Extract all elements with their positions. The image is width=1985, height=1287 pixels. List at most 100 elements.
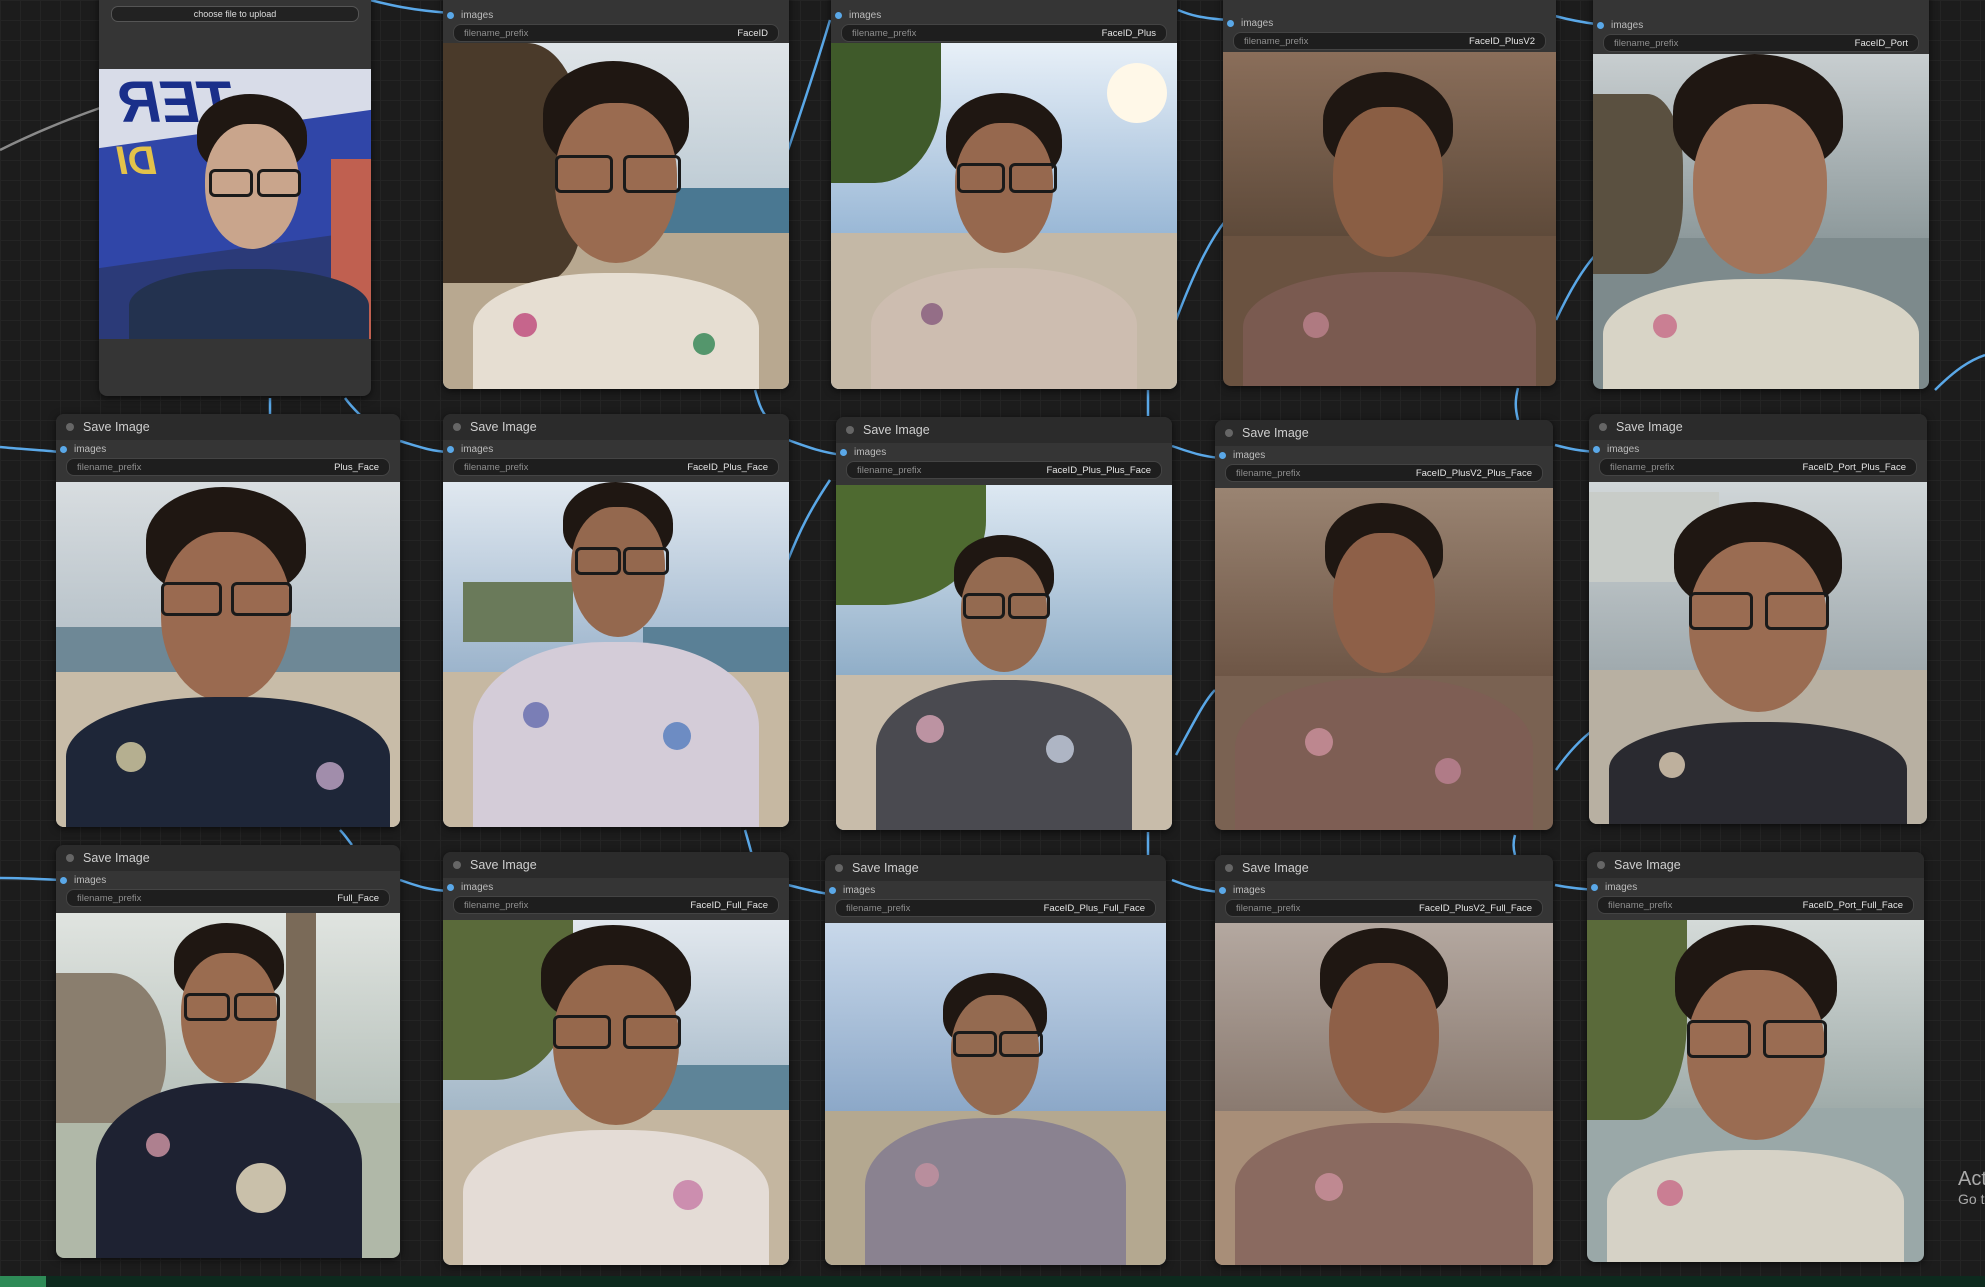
input-dot[interactable] <box>1227 19 1234 27</box>
filename-prefix-field[interactable]: filename_prefix FaceID_PlusV2_Full_Face <box>1225 899 1543 917</box>
images-input-slot[interactable]: images <box>836 443 1172 461</box>
generated-image <box>831 43 1177 389</box>
save-image-node[interactable]: images filename_prefix FaceID_Port <box>1593 0 1929 389</box>
images-input-slot[interactable]: images <box>443 6 789 24</box>
widget-label: filename_prefix <box>1608 899 1673 911</box>
widget-label: filename_prefix <box>464 461 529 473</box>
save-image-node[interactable]: Save Image images filename_prefix FaceID_… <box>443 414 789 827</box>
save-image-node[interactable]: Save Image images filename_prefix FaceID_… <box>443 852 789 1265</box>
filename-prefix-field[interactable]: filename_prefix FaceID_PlusV2 <box>1233 32 1546 50</box>
collapse-dot[interactable] <box>1225 864 1233 872</box>
filename-prefix-field[interactable]: filename_prefix Full_Face <box>66 889 390 907</box>
generated-image <box>1587 920 1924 1262</box>
input-dot[interactable] <box>447 11 454 19</box>
save-image-node[interactable]: images filename_prefix FaceID_PlusV2 <box>1223 0 1556 386</box>
node-header[interactable]: Save Image <box>443 414 789 440</box>
filename-prefix-field[interactable]: filename_prefix Plus_Face <box>66 458 390 476</box>
images-input-slot[interactable]: images <box>825 881 1166 899</box>
node-header[interactable]: Save Image <box>1587 852 1924 878</box>
link-wire <box>343 397 361 416</box>
images-input-slot[interactable]: images <box>1215 446 1553 464</box>
collapse-dot[interactable] <box>66 854 74 862</box>
input-dot[interactable] <box>1593 445 1600 453</box>
filename-prefix-field[interactable]: filename_prefix FaceID_Port <box>1603 34 1919 52</box>
widget-label: filename_prefix <box>1610 461 1675 473</box>
save-image-node[interactable]: Save Image images filename_prefix FaceID_… <box>836 417 1172 830</box>
save-image-node[interactable]: images filename_prefix FaceID_Plus <box>831 0 1177 389</box>
collapse-dot[interactable] <box>1597 861 1605 869</box>
filename-prefix-field[interactable]: filename_prefix FaceID_Port_Plus_Face <box>1599 458 1917 476</box>
node-header[interactable]: Save Image <box>56 845 400 871</box>
node-title: Save Image <box>83 420 150 434</box>
input-dot[interactable] <box>447 445 454 453</box>
save-image-node[interactable]: Save Image images filename_prefix FaceID_… <box>1215 420 1553 830</box>
generated-image <box>1223 52 1556 386</box>
save-image-node[interactable]: Save Image images filename_prefix FaceID_… <box>1215 855 1553 1265</box>
node-title: Save Image <box>1242 861 1309 875</box>
images-input-slot[interactable]: images <box>443 878 789 896</box>
filename-prefix-field[interactable]: filename_prefix FaceID_Plus_Full_Face <box>835 899 1156 917</box>
node-header[interactable]: Save Image <box>443 852 789 878</box>
save-image-node[interactable]: Save Image images filename_prefix Full_Fa… <box>56 845 400 1258</box>
collapse-dot[interactable] <box>453 423 461 431</box>
input-dot[interactable] <box>829 886 836 894</box>
generated-image <box>1589 482 1927 824</box>
images-input-slot[interactable]: images <box>1587 878 1924 896</box>
node-header[interactable]: Save Image <box>1215 420 1553 446</box>
generated-image <box>56 482 400 827</box>
images-input-slot[interactable]: images <box>1215 881 1553 899</box>
widget-label: filename_prefix <box>1236 902 1301 914</box>
save-image-node[interactable]: Save Image images filename_prefix FaceID_… <box>1587 852 1924 1262</box>
input-dot[interactable] <box>60 876 67 884</box>
images-input-slot[interactable]: images <box>831 6 1177 24</box>
widget-label: filename_prefix <box>1236 467 1301 479</box>
collapse-dot[interactable] <box>835 864 843 872</box>
images-input-slot[interactable]: images <box>443 440 789 458</box>
save-image-node[interactable]: Save Image images filename_prefix Plus_Fa… <box>56 414 400 827</box>
node-header[interactable]: Save Image <box>1215 855 1553 881</box>
widget-label: filename_prefix <box>77 461 142 473</box>
generated-image <box>443 920 789 1265</box>
filename-prefix-field[interactable]: filename_prefix FaceID_Plus_Plus_Face <box>846 461 1162 479</box>
node-header[interactable]: Save Image <box>1589 414 1927 440</box>
node-header[interactable]: Save Image <box>56 414 400 440</box>
filename-prefix-field[interactable]: filename_prefix FaceID_Plus <box>841 24 1167 42</box>
save-image-node[interactable]: Save Image images filename_prefix FaceID_… <box>1589 414 1927 824</box>
collapse-dot[interactable] <box>846 426 854 434</box>
input-dot[interactable] <box>835 11 842 19</box>
node-header[interactable]: Save Image <box>825 855 1166 881</box>
input-dot[interactable] <box>60 445 67 453</box>
images-input-slot[interactable]: images <box>1223 14 1556 32</box>
filename-prefix-field[interactable]: filename_prefix FaceID_Port_Full_Face <box>1597 896 1914 914</box>
collapse-dot[interactable] <box>453 861 461 869</box>
save-image-node[interactable]: Save Image images filename_prefix FaceID_… <box>825 855 1166 1265</box>
slot-label: images <box>461 881 494 893</box>
slot-label: images <box>1241 17 1274 29</box>
filename-prefix-field[interactable]: filename_prefix FaceID_Full_Face <box>453 896 779 914</box>
images-input-slot[interactable]: images <box>56 440 400 458</box>
images-input-slot[interactable]: images <box>56 871 400 889</box>
filename-prefix-field[interactable]: filename_prefix FaceID <box>453 24 779 42</box>
input-dot[interactable] <box>1219 451 1226 459</box>
images-input-slot[interactable]: images <box>1593 16 1929 34</box>
save-image-node[interactable]: images filename_prefix FaceID <box>443 0 789 389</box>
images-input-slot[interactable]: images <box>1589 440 1927 458</box>
upload-button[interactable]: choose file to upload <box>111 6 359 22</box>
widget-label: filename_prefix <box>1614 37 1679 49</box>
filename-prefix-field[interactable]: filename_prefix FaceID_Plus_Face <box>453 458 779 476</box>
input-dot[interactable] <box>447 883 454 891</box>
load-image-node[interactable]: choose file to upload TER DI <box>99 0 371 396</box>
collapse-dot[interactable] <box>1225 429 1233 437</box>
input-dot[interactable] <box>1219 886 1226 894</box>
node-header[interactable]: Save Image <box>836 417 1172 443</box>
input-dot[interactable] <box>1597 21 1604 29</box>
filename-prefix-field[interactable]: filename_prefix FaceID_PlusV2_Plus_Face <box>1225 464 1543 482</box>
input-dot[interactable] <box>1591 883 1598 891</box>
collapse-dot[interactable] <box>1599 423 1607 431</box>
widget-label: filename_prefix <box>857 464 922 476</box>
prefix-value: FaceID_Plus_Full_Face <box>1043 902 1145 914</box>
node-title: Save Image <box>470 420 537 434</box>
slot-label: images <box>849 9 882 21</box>
collapse-dot[interactable] <box>66 423 74 431</box>
input-dot[interactable] <box>840 448 847 456</box>
